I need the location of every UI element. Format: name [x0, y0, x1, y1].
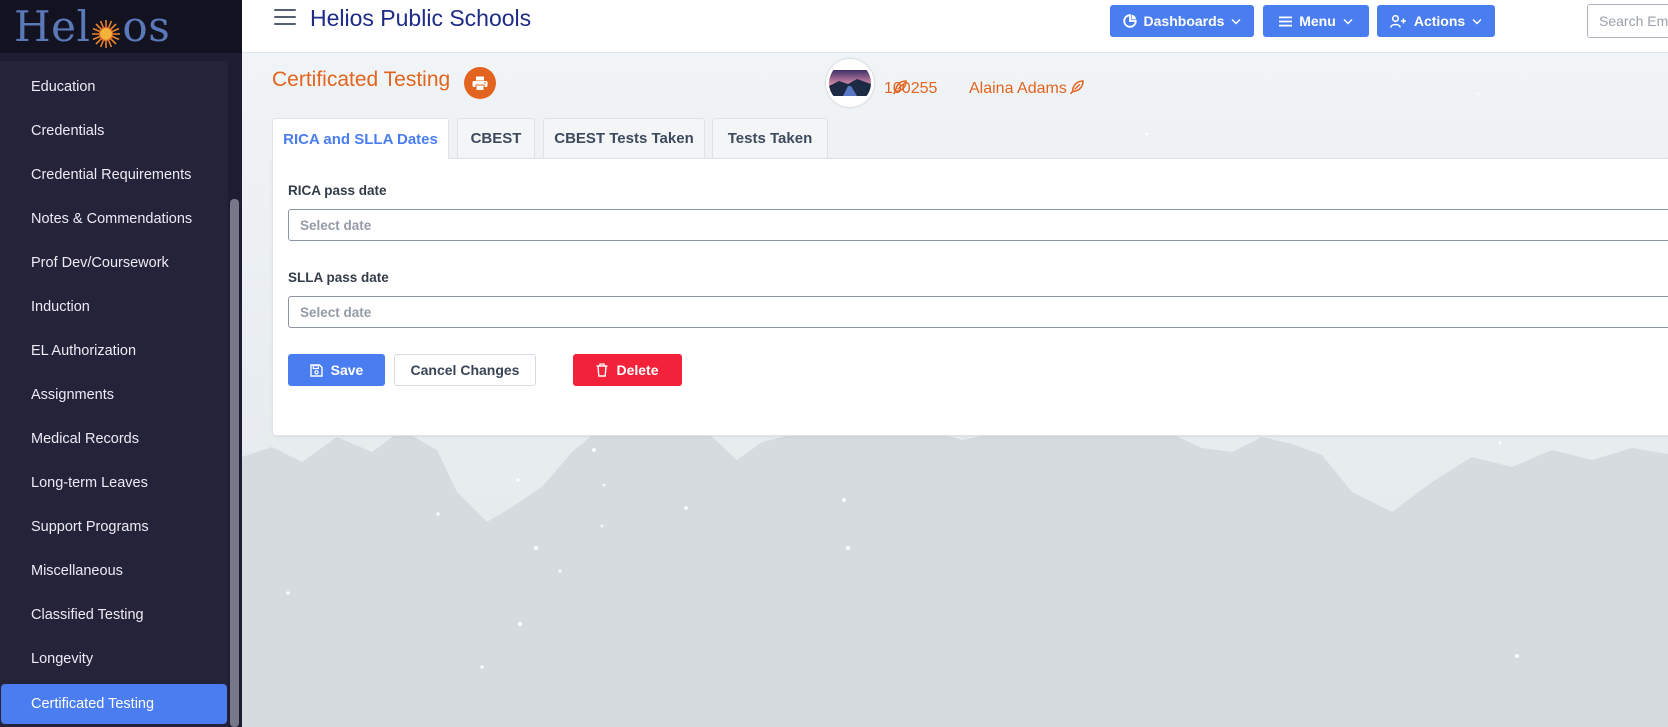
logo-text-start: Hel	[14, 1, 91, 51]
chevron-down-icon	[1231, 18, 1241, 24]
save-label: Save	[330, 362, 364, 378]
list-icon	[1279, 16, 1293, 26]
tab-label: Tests Taken	[727, 130, 813, 147]
cancel-changes-button[interactable]: Cancel Changes	[394, 354, 536, 386]
menu-label: Menu	[1299, 13, 1336, 29]
sidebar-item-label: Prof Dev/Coursework	[31, 255, 169, 271]
delete-label: Delete	[616, 362, 659, 378]
sidebar-item-label: Induction	[31, 299, 90, 315]
slla-pass-date-input[interactable]	[288, 296, 1668, 328]
actions-button[interactable]: Actions	[1377, 5, 1495, 37]
page-title: Certificated Testing	[272, 68, 451, 91]
logo-text-end: os	[122, 1, 171, 51]
feather-icon[interactable]	[892, 79, 908, 95]
dashboards-label: Dashboards	[1143, 13, 1225, 29]
sidebar-item-label: EL Authorization	[31, 343, 137, 359]
sidebar-item-el-authorization[interactable]: EL Authorization	[1, 331, 227, 371]
cancel-changes-label: Cancel Changes	[410, 362, 520, 378]
sidebar-item-longevity[interactable]: Longevity	[1, 639, 227, 679]
app-title: Helios Public Schools	[310, 5, 532, 31]
sidebar-item-label: Education	[31, 79, 96, 95]
tab-cbest[interactable]: CBEST	[457, 118, 535, 158]
employee-name: Alaina Adams	[969, 80, 1067, 97]
sidebar-scrollbar[interactable]	[229, 61, 241, 727]
slla-pass-date-label: SLLA pass date	[288, 270, 389, 285]
sidebar-item-label: Assignments	[31, 387, 115, 403]
sidebar-item-label: Miscellaneous	[31, 563, 123, 579]
sidebar-item-miscellaneous[interactable]: Miscellaneous	[1, 551, 227, 591]
tab-label: CBEST	[470, 130, 522, 147]
print-button[interactable]	[464, 67, 496, 99]
delete-button[interactable]: Delete	[573, 354, 682, 386]
rica-pass-date-input[interactable]	[288, 209, 1668, 241]
sidebar-item-assignments[interactable]: Assignments	[1, 375, 227, 415]
pie-chart-icon	[1122, 14, 1137, 28]
save-button[interactable]: Save	[288, 354, 385, 386]
user-plus-icon	[1389, 14, 1406, 28]
sidebar-item-label: Certificated Testing	[31, 696, 155, 712]
sidebar-scrollbar-thumb[interactable]	[230, 199, 239, 727]
hamburger-icon[interactable]	[274, 9, 296, 27]
sidebar-item-notes-commendations[interactable]: Notes & Commendations	[1, 199, 227, 239]
sidebar-item-education[interactable]: Education	[1, 67, 227, 107]
main-area: Helios Public Schools Dashboards Menu Ac…	[242, 0, 1668, 727]
sidebar: Hel os Education Credentials Credential …	[0, 0, 242, 727]
tab-label: CBEST Tests Taken	[554, 130, 694, 147]
sidebar-item-certificated-testing[interactable]: Certificated Testing	[1, 684, 227, 724]
tab-tests-taken[interactable]: Tests Taken	[712, 118, 828, 158]
tab-rica-slla-dates[interactable]: RICA and SLLA Dates	[272, 118, 449, 159]
trash-icon	[596, 363, 608, 377]
avatar	[826, 59, 874, 107]
rica-pass-date-label: RICA pass date	[288, 183, 387, 198]
sun-icon	[91, 14, 121, 48]
sidebar-item-label: Longevity	[31, 651, 94, 667]
top-navbar: Helios Public Schools Dashboards Menu Ac…	[242, 0, 1668, 53]
chevron-down-icon	[1343, 18, 1353, 24]
search-employees-input[interactable]	[1587, 4, 1668, 38]
sidebar-item-credential-requirements[interactable]: Credential Requirements	[1, 155, 227, 195]
dashboards-button[interactable]: Dashboards	[1110, 5, 1254, 37]
floppy-disk-icon	[309, 363, 323, 377]
tab-cbest-tests-taken[interactable]: CBEST Tests Taken	[543, 118, 705, 158]
form-card: RICA pass date SLLA pass date Save Cance…	[272, 158, 1668, 436]
sidebar-item-support-programs[interactable]: Support Programs	[1, 507, 227, 547]
menu-button[interactable]: Menu	[1263, 5, 1369, 37]
actions-label: Actions	[1413, 13, 1466, 29]
sidebar-item-label: Long-term Leaves	[31, 475, 148, 491]
helios-logo[interactable]: Hel os	[14, 1, 171, 51]
sidebar-item-label: Medical Records	[31, 431, 139, 447]
sidebar-item-long-term-leaves[interactable]: Long-term Leaves	[1, 463, 227, 503]
feather-icon[interactable]	[1069, 79, 1085, 95]
sidebar-item-label: Notes & Commendations	[31, 211, 193, 227]
printer-icon	[472, 76, 488, 91]
sidebar-item-label: Credential Requirements	[31, 167, 192, 183]
sidebar-item-credentials[interactable]: Credentials	[1, 111, 227, 151]
sidebar-item-label: Support Programs	[31, 519, 149, 535]
sidebar-item-prof-dev[interactable]: Prof Dev/Coursework	[1, 243, 227, 283]
sidebar-item-label: Credentials	[31, 123, 105, 139]
sidebar-item-classified-testing[interactable]: Classified Testing	[1, 595, 227, 635]
sidebar-item-label: Classified Testing	[31, 607, 144, 623]
sidebar-item-induction[interactable]: Induction	[1, 287, 227, 327]
chevron-down-icon	[1472, 18, 1482, 24]
tab-label: RICA and SLLA Dates	[283, 130, 438, 148]
sidebar-item-medical-records[interactable]: Medical Records	[1, 419, 227, 459]
sidebar-header: Hel os	[0, 0, 242, 53]
sidebar-nav: Education Credentials Credential Require…	[0, 61, 228, 727]
